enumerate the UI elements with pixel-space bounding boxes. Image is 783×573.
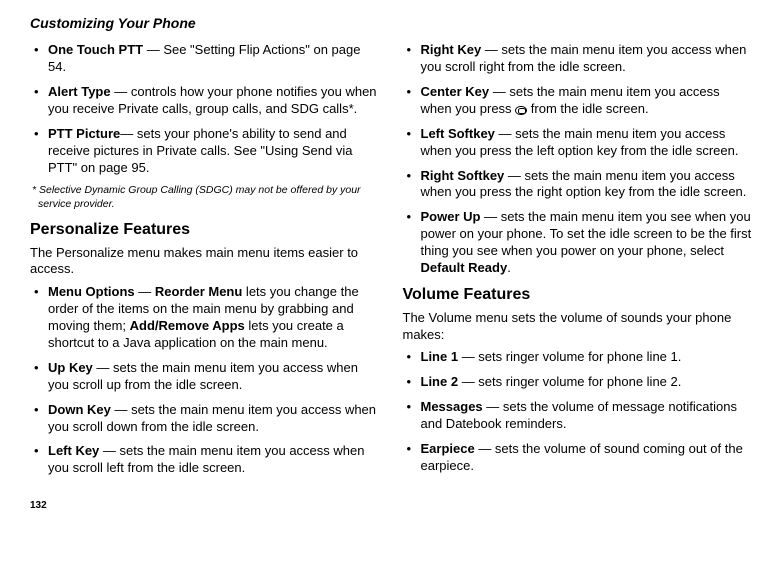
section-intro: The Personalize menu makes main menu ite… xyxy=(30,245,381,279)
item-bold: Messages xyxy=(421,399,483,414)
item-text: — sets the main menu item you access whe… xyxy=(48,360,358,392)
item-bold: PTT Picture xyxy=(48,126,120,141)
item-text: — sets ringer volume for phone line 2. xyxy=(458,374,681,389)
item-bold: Down Key xyxy=(48,402,111,417)
list-item: Right Softkey — sets the main menu item … xyxy=(403,168,754,202)
list-item: Left Key — sets the main menu item you a… xyxy=(30,443,381,477)
item-bold: Alert Type xyxy=(48,84,111,99)
list-item: Down Key — sets the main menu item you a… xyxy=(30,402,381,436)
section-heading-personalize: Personalize Features xyxy=(30,220,381,241)
list-item: Line 2 — sets ringer volume for phone li… xyxy=(403,374,754,391)
item-bold: Line 2 xyxy=(421,374,459,389)
list-item: Menu Options — Reorder Menu lets you cha… xyxy=(30,284,381,352)
section-heading-volume: Volume Features xyxy=(403,285,754,306)
ok-key-icon xyxy=(515,106,527,115)
item-bold: One Touch PTT xyxy=(48,42,143,57)
item-bold: Up Key xyxy=(48,360,93,375)
item-bold: Earpiece xyxy=(421,441,475,456)
list-item: Messages — sets the volume of message no… xyxy=(403,399,754,433)
content-columns: One Touch PTT — See "Setting Flip Action… xyxy=(30,42,753,485)
list-item: PTT Picture— sets your phone's ability t… xyxy=(30,126,381,177)
list-item: Alert Type — controls how your phone not… xyxy=(30,84,381,118)
section-intro: The Volume menu sets the volume of sound… xyxy=(403,310,754,344)
item-bold: Left Softkey xyxy=(421,126,495,141)
item-bold: Left Key xyxy=(48,443,99,458)
item-text: — sets ringer volume for phone line 1. xyxy=(458,349,681,364)
list-item: Power Up — sets the main menu item you s… xyxy=(403,209,754,277)
bullet-list-1: One Touch PTT — See "Setting Flip Action… xyxy=(30,42,381,176)
list-item: Up Key — sets the main menu item you acc… xyxy=(30,360,381,394)
left-column: One Touch PTT — See "Setting Flip Action… xyxy=(30,42,381,485)
list-item: Right Key — sets the main menu item you … xyxy=(403,42,754,76)
list-item: Left Softkey — sets the main menu item y… xyxy=(403,126,754,160)
item-bold: Right Key xyxy=(421,42,482,57)
list-item: One Touch PTT — See "Setting Flip Action… xyxy=(30,42,381,76)
item-bold: Line 1 xyxy=(421,349,459,364)
list-item: Line 1 — sets ringer volume for phone li… xyxy=(403,349,754,366)
bullet-list-2: Menu Options — Reorder Menu lets you cha… xyxy=(30,284,381,477)
page-number: 132 xyxy=(30,499,753,512)
bullet-list-3: Right Key — sets the main menu item you … xyxy=(403,42,754,277)
footnote: * Selective Dynamic Group Calling (SDGC)… xyxy=(30,184,381,211)
bullet-list-4: Line 1 — sets ringer volume for phone li… xyxy=(403,349,754,474)
list-item: Center Key — sets the main menu item you… xyxy=(403,84,754,118)
item-bold: Right Softkey xyxy=(421,168,505,183)
page-header: Customizing Your Phone xyxy=(30,14,753,32)
list-item: Earpiece — sets the volume of sound comi… xyxy=(403,441,754,475)
right-column: Right Key — sets the main menu item you … xyxy=(403,42,754,485)
